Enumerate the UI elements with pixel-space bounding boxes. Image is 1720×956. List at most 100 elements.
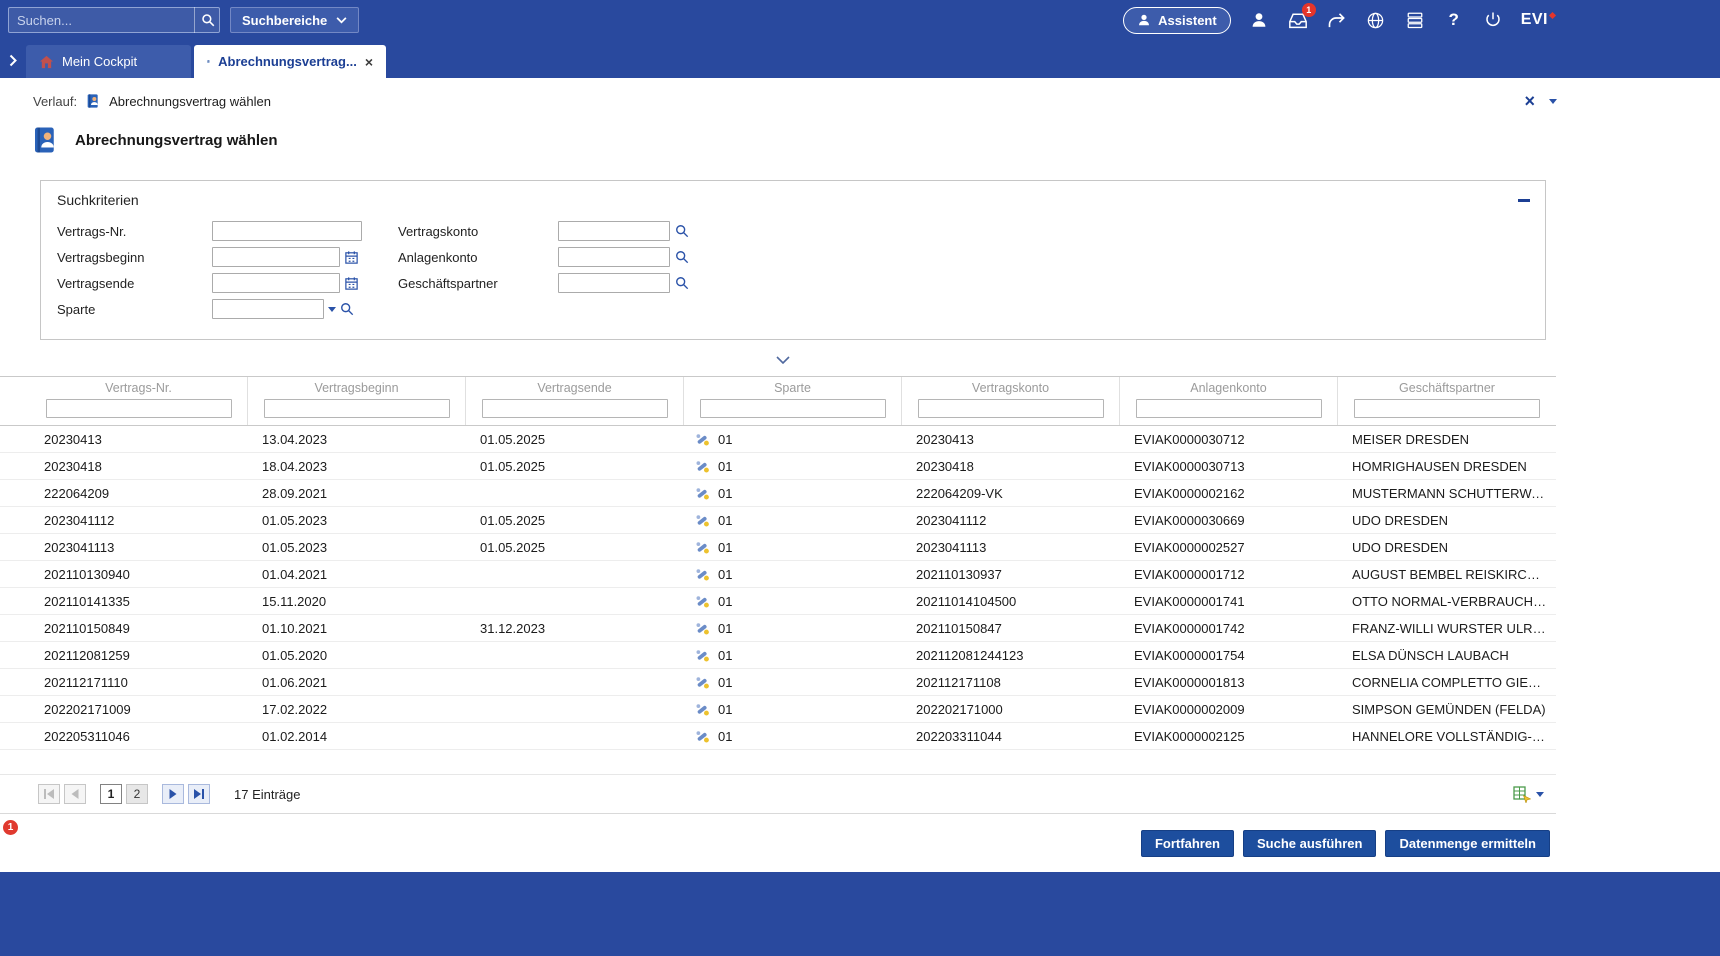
suchbereiche-button[interactable]: Suchbereiche — [230, 7, 359, 33]
cell-vertragsbeginn: 18.04.2023 — [248, 459, 466, 474]
suche-ausfuehren-button[interactable]: Suche ausführen — [1243, 830, 1376, 857]
suchbereiche-label: Suchbereiche — [242, 13, 327, 28]
table-row[interactable]: 202205311046 01.02.2014 01 202203311044 … — [0, 723, 1556, 750]
search-icon[interactable] — [340, 302, 354, 316]
redo-icon[interactable] — [1326, 9, 1348, 31]
cell-sparte: 01 — [684, 648, 902, 663]
search-icon[interactable] — [194, 7, 220, 33]
search-icon[interactable] — [675, 250, 689, 264]
sparte-value: 01 — [718, 702, 732, 717]
table-row[interactable]: 20230413 13.04.2023 01.05.2025 01 202304… — [0, 426, 1556, 453]
filter-input-vertragsende[interactable] — [482, 399, 668, 418]
power-icon[interactable] — [1482, 9, 1504, 31]
panel-expand-chevron-icon[interactable] — [9, 54, 17, 67]
vertragskonto-input[interactable] — [558, 221, 670, 241]
filter-input-sparte[interactable] — [700, 399, 886, 418]
cell-vertragsende: 31.12.2023 — [466, 621, 684, 636]
tab-mein-cockpit[interactable]: Mein Cockpit — [26, 45, 191, 78]
inbox-icon[interactable]: 1 — [1287, 9, 1309, 31]
server-icon[interactable] — [1404, 9, 1426, 31]
datenmenge-ermitteln-button[interactable]: Datenmenge ermitteln — [1385, 830, 1550, 857]
search-icon[interactable] — [675, 224, 689, 238]
notification-badge[interactable]: 1 — [3, 820, 18, 835]
filter-input-vertragsbeginn[interactable] — [264, 399, 450, 418]
last-page-button[interactable] — [188, 784, 210, 804]
cell-anlagenkonto: EVIAK0000030712 — [1120, 432, 1338, 447]
cell-sparte: 01 — [684, 567, 902, 582]
cell-vertragsbeginn: 01.05.2023 — [248, 513, 466, 528]
cell-vertrags-nr: 20230413 — [30, 432, 248, 447]
cell-sparte: 01 — [684, 702, 902, 717]
topbar-actions: Assistent 1 ? EVI — [1123, 7, 1555, 34]
search-input[interactable] — [8, 7, 220, 33]
vertragsbeginn-input[interactable] — [212, 247, 340, 267]
cell-sparte: 01 — [684, 729, 902, 744]
table-header: Vertrags-Nr. Vertragsbeginn Vertragsende… — [0, 377, 1556, 426]
user-icon[interactable] — [1248, 9, 1270, 31]
table-row[interactable]: 202112081259 01.05.2020 01 2021120812441… — [0, 642, 1556, 669]
table-row[interactable]: 202110130940 01.04.2021 01 202110130937 … — [0, 561, 1556, 588]
filter-input-geschaeftspartner[interactable] — [1354, 399, 1540, 418]
cell-vertragskonto: 202203311044 — [902, 729, 1120, 744]
history-bar: Verlauf: Abrechnungsvertrag wählen × — [0, 78, 1565, 112]
window-footer — [0, 872, 1720, 956]
calendar-icon[interactable] — [344, 276, 359, 291]
fortfahren-button[interactable]: Fortfahren — [1141, 830, 1234, 857]
assistant-person-icon — [1137, 13, 1151, 27]
next-page-button[interactable] — [162, 784, 184, 804]
page-1-button[interactable]: 1 — [100, 784, 122, 804]
export-excel-icon — [1513, 786, 1531, 803]
filter-input-vertrags-nr[interactable] — [46, 399, 232, 418]
topbar: Suchbereiche Assistent 1 ? EVI — [0, 0, 1720, 40]
tab-close-icon[interactable]: × — [365, 55, 373, 69]
cell-sparte: 01 — [684, 486, 902, 501]
cell-anlagenkonto: EVIAK0000001712 — [1120, 567, 1338, 582]
geschaeftspartner-input[interactable] — [558, 273, 670, 293]
previous-page-button[interactable] — [64, 784, 86, 804]
help-icon[interactable]: ? — [1443, 9, 1465, 31]
table-row[interactable]: 2023041112 01.05.2023 01.05.2025 01 2023… — [0, 507, 1556, 534]
cell-vertrags-nr: 202202171009 — [30, 702, 248, 717]
sparte-input[interactable] — [212, 299, 324, 319]
brand-mark-icon — [1549, 12, 1556, 19]
search-criteria-panel: Suchkriterien Vertrags-Nr. Vertragskonto… — [40, 180, 1546, 340]
cell-anlagenkonto: EVIAK0000030669 — [1120, 513, 1338, 528]
sparte-value: 01 — [718, 486, 732, 501]
calendar-icon[interactable] — [344, 250, 359, 265]
table-row[interactable]: 202110150849 01.10.2021 31.12.2023 01 20… — [0, 615, 1556, 642]
collapse-chevron-icon[interactable] — [764, 354, 802, 366]
globe-icon[interactable] — [1365, 9, 1387, 31]
search-icon[interactable] — [675, 276, 689, 290]
table-row[interactable]: 2023041113 01.05.2023 01.05.2025 01 2023… — [0, 534, 1556, 561]
close-icon[interactable]: × — [1524, 92, 1535, 110]
dropdown-arrow-icon[interactable] — [328, 307, 336, 312]
export-button[interactable] — [1513, 786, 1544, 803]
cell-geschaeftspartner: MEISER DRESDEN — [1338, 432, 1556, 447]
sparte-division-icon — [695, 486, 710, 501]
page-2-button[interactable]: 2 — [126, 784, 148, 804]
assistent-button[interactable]: Assistent — [1123, 7, 1231, 34]
anlagenkonto-input[interactable] — [558, 247, 670, 267]
vertrags-nr-input[interactable] — [212, 221, 362, 241]
vertragsende-input[interactable] — [212, 273, 340, 293]
table-row[interactable]: 20230418 18.04.2023 01.05.2025 01 202304… — [0, 453, 1556, 480]
chevron-down-icon — [1536, 792, 1544, 797]
table-row[interactable]: 202202171009 17.02.2022 01 202202171000 … — [0, 696, 1556, 723]
cell-vertragsbeginn: 17.02.2022 — [248, 702, 466, 717]
collapse-minus-icon[interactable] — [1518, 199, 1530, 202]
cell-vertragsbeginn: 15.11.2020 — [248, 594, 466, 609]
table-row[interactable]: 222064209 28.09.2021 01 222064209-VK EVI… — [0, 480, 1556, 507]
first-page-button[interactable] — [38, 784, 60, 804]
chevron-down-icon[interactable] — [1549, 99, 1557, 104]
label-sparte: Sparte — [57, 302, 212, 317]
history-item-link[interactable]: Abrechnungsvertrag wählen — [109, 94, 271, 109]
brand-logo[interactable]: EVI — [1521, 11, 1555, 29]
filter-input-anlagenkonto[interactable] — [1136, 399, 1322, 418]
cell-geschaeftspartner: HOMRIGHAUSEN DRESDEN — [1338, 459, 1556, 474]
tab-abrechnungsvertrag[interactable]: Abrechnungsvertrag... × — [194, 45, 386, 78]
filter-input-vertragskonto[interactable] — [918, 399, 1104, 418]
table-row[interactable]: 202112171110 01.06.2021 01 202112171108 … — [0, 669, 1556, 696]
cell-geschaeftspartner: AUGUST BEMBEL REISKIRCHEN — [1338, 567, 1556, 582]
table-row[interactable]: 202110141335 15.11.2020 01 2021101410450… — [0, 588, 1556, 615]
cell-sparte: 01 — [684, 621, 902, 636]
